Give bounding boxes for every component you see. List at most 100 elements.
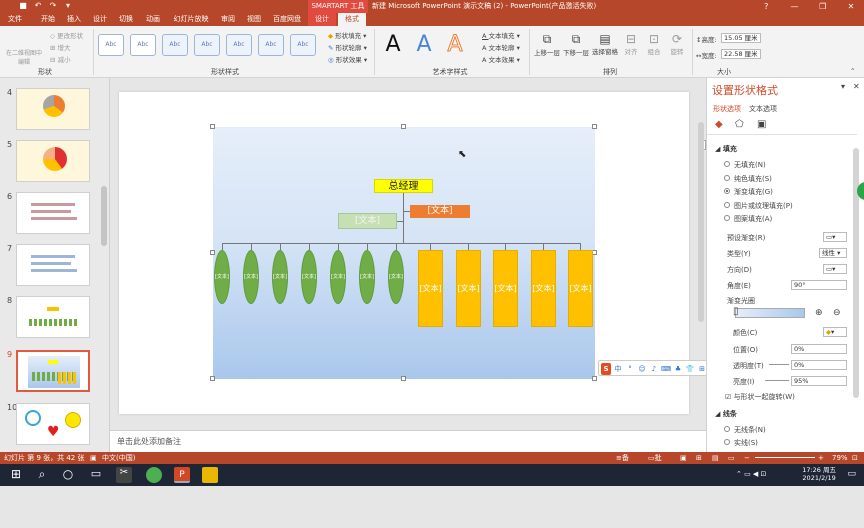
radio-no-line[interactable] bbox=[724, 426, 730, 432]
tab-slideshow[interactable]: 幻灯片放映 bbox=[170, 13, 212, 26]
gradient-stops-bar[interactable] bbox=[735, 308, 805, 318]
tab-shape-options[interactable]: 形状选项 bbox=[713, 104, 741, 114]
canvas-scrollbar[interactable] bbox=[698, 118, 704, 430]
group-button[interactable]: ⊡ 组合 bbox=[644, 32, 664, 56]
slide-thumbnail-9[interactable] bbox=[16, 350, 90, 392]
radio-solid-line[interactable] bbox=[724, 439, 730, 445]
close-button[interactable]: ✕ bbox=[838, 0, 864, 13]
org-node-oval[interactable]: [文本] bbox=[301, 250, 317, 304]
zoom-in-icon[interactable]: + bbox=[818, 452, 824, 464]
radio-picture-fill[interactable] bbox=[724, 202, 730, 208]
system-clock[interactable]: 17:26 周五 2021/2/19 bbox=[802, 466, 836, 482]
notification-icon[interactable]: ▭ bbox=[847, 469, 856, 479]
org-node-assistant-left[interactable]: [文本] bbox=[338, 213, 397, 229]
search-icon[interactable]: ⌕ bbox=[34, 467, 50, 483]
sogou-logo-icon[interactable]: S bbox=[601, 363, 611, 375]
type-dropdown[interactable]: 线性 ▾ bbox=[819, 248, 847, 258]
resize-handle[interactable] bbox=[210, 124, 215, 129]
edit-in-2d-button[interactable]: 在二维视图中 编辑 bbox=[2, 48, 46, 66]
ime-chinese-icon[interactable]: 中 bbox=[613, 363, 623, 375]
rotate-with-shape-checkbox[interactable]: ☑ 与形状一起旋转(W) bbox=[725, 392, 795, 402]
cortana-icon[interactable]: ○ bbox=[60, 467, 76, 483]
line-section-header[interactable]: ◢ 线条 bbox=[715, 409, 737, 419]
tab-insert[interactable]: 插入 bbox=[62, 13, 86, 26]
slide-thumbnail-8[interactable] bbox=[16, 296, 90, 338]
color-picker[interactable]: ◆▾ bbox=[823, 327, 847, 337]
tab-transitions[interactable]: 切换 bbox=[114, 13, 138, 26]
angle-input[interactable]: 90° bbox=[791, 280, 847, 290]
zoom-level[interactable]: 79% bbox=[832, 452, 848, 464]
pane-dropdown-icon[interactable]: ▾ bbox=[841, 82, 845, 91]
tab-home[interactable]: 开始 bbox=[36, 13, 60, 26]
radio-solid-fill[interactable] bbox=[724, 175, 730, 181]
wordart-style-2[interactable]: A bbox=[412, 32, 436, 58]
shape-style-6[interactable]: Abc bbox=[258, 34, 284, 56]
notes-toggle[interactable]: ≡ 备注 bbox=[616, 452, 629, 474]
ime-tools-icon[interactable]: ♣ bbox=[673, 363, 683, 375]
add-stop-icon[interactable]: ⊕ bbox=[815, 308, 823, 318]
fit-slide-icon[interactable]: ⊡ bbox=[852, 452, 858, 464]
ime-voice-icon[interactable]: ♪ bbox=[649, 363, 659, 375]
gradient-stop-handle[interactable]: ▯ bbox=[733, 306, 739, 317]
minimize-button[interactable]: — bbox=[782, 0, 808, 13]
text-outline-button[interactable]: A 文本轮廓 ▾ bbox=[482, 42, 520, 52]
resize-handle[interactable] bbox=[401, 124, 406, 129]
customize-quick-access-icon[interactable]: ▾ bbox=[63, 1, 73, 11]
slide-thumbnail-6[interactable] bbox=[16, 192, 90, 234]
org-node-oval[interactable]: [文本] bbox=[330, 250, 346, 304]
shape-style-2[interactable]: Abc bbox=[130, 34, 156, 56]
tab-design[interactable]: 设计 bbox=[88, 13, 112, 26]
slide-sorter-icon[interactable]: ⊞ bbox=[696, 452, 702, 464]
direction-dropdown[interactable]: ▭▾ bbox=[823, 264, 847, 274]
org-node-assistant-right[interactable]: [文本] bbox=[410, 205, 470, 218]
org-node-rect[interactable]: [文本] bbox=[418, 250, 443, 327]
ime-emoji-icon[interactable]: ☺ bbox=[637, 363, 647, 375]
ime-toolbar[interactable]: S 中 ° ☺ ♪ ⌨ ♣ 👕 ⊞ bbox=[598, 360, 716, 376]
transparency-slider[interactable] bbox=[769, 364, 789, 365]
bring-forward-button[interactable]: ⧉ 上移一层 bbox=[533, 32, 561, 57]
app-browser-icon[interactable] bbox=[146, 467, 162, 483]
slideshow-view-icon[interactable]: ▭ bbox=[728, 452, 735, 464]
undo-icon[interactable]: ↶ bbox=[33, 1, 43, 11]
radio-pattern-fill[interactable] bbox=[724, 215, 730, 221]
org-node-oval[interactable]: [文本] bbox=[214, 250, 230, 304]
resize-handle[interactable] bbox=[210, 250, 215, 255]
shape-style-7[interactable]: Abc bbox=[290, 34, 316, 56]
restore-button[interactable]: ❐ bbox=[810, 0, 836, 13]
height-input[interactable]: 15.05 厘米 bbox=[721, 33, 761, 43]
slide-thumbnail-10[interactable]: ♥ bbox=[16, 403, 90, 445]
text-effects-button[interactable]: A 文本效果 ▾ bbox=[482, 54, 520, 64]
radio-gradient-fill[interactable] bbox=[724, 188, 730, 194]
ime-skin-icon[interactable]: 👕 bbox=[685, 363, 695, 375]
org-node-ceo[interactable]: 总经理 bbox=[374, 179, 433, 193]
org-node-oval[interactable]: [文本] bbox=[243, 250, 259, 304]
shape-style-1[interactable]: Abc bbox=[98, 34, 124, 56]
tab-format[interactable]: 格式 bbox=[338, 13, 366, 26]
app-file-explorer-icon[interactable] bbox=[202, 467, 218, 483]
shape-style-4[interactable]: Abc bbox=[194, 34, 220, 56]
app-capcut-icon[interactable]: ✂ bbox=[116, 467, 132, 483]
org-node-rect[interactable]: [文本] bbox=[493, 250, 518, 327]
slide-thumbnail-4[interactable] bbox=[16, 88, 90, 130]
language-indicator[interactable]: 中文(中国) bbox=[102, 452, 135, 464]
org-node-oval[interactable]: [文本] bbox=[359, 250, 375, 304]
save-icon[interactable]: ■ bbox=[18, 1, 28, 11]
help-icon[interactable]: ? bbox=[753, 0, 779, 13]
spellcheck-icon[interactable]: ▣ bbox=[90, 452, 97, 464]
width-input[interactable]: 22.58 厘米 bbox=[721, 49, 761, 59]
effects-icon[interactable]: ⬠ bbox=[735, 119, 744, 130]
selection-pane-button[interactable]: ▤ 选择窗格 bbox=[591, 32, 619, 56]
transparency-input[interactable]: 0% bbox=[791, 360, 847, 370]
remove-stop-icon[interactable]: ⊖ bbox=[833, 308, 841, 318]
zoom-out-icon[interactable]: − bbox=[744, 452, 750, 464]
resize-handle[interactable] bbox=[401, 376, 406, 381]
task-view-icon[interactable]: ▭ bbox=[88, 467, 104, 483]
slide-thumbnail-5[interactable] bbox=[16, 140, 90, 182]
wordart-style-1[interactable]: A bbox=[381, 32, 405, 58]
windows-start-icon[interactable]: ⊞ bbox=[8, 467, 24, 483]
shape-style-5[interactable]: Abc bbox=[226, 34, 252, 56]
smaller-button[interactable]: ⊟ 减小 bbox=[50, 54, 71, 64]
notes-pane[interactable]: 单击此处添加备注 bbox=[110, 430, 706, 452]
align-button[interactable]: ⊟ 对齐 bbox=[622, 32, 640, 56]
zoom-slider[interactable] bbox=[755, 457, 815, 458]
